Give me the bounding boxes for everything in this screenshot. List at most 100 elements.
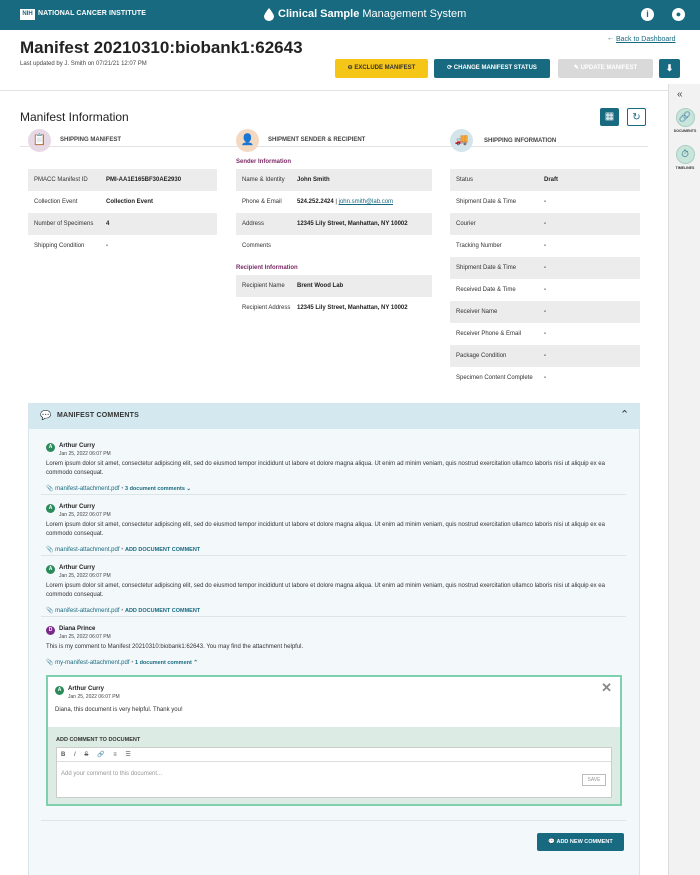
comment-attachment-row: 📎 manifest-attachment.pdf • ADD DOCUMENT… [46,546,200,553]
email-link[interactable]: john.smith@lab.com [339,199,393,205]
info-row: Specimen Content Complete - [450,367,640,389]
update-label: UPDATE MANIFEST [580,65,638,71]
person-icon: 👤 [236,129,259,152]
stopwatch-icon[interactable]: ⏱ [675,145,695,164]
separator: • [131,660,134,666]
refresh-button[interactable]: ↻ [627,108,646,126]
change-manifest-status-button[interactable]: ⟳ CHANGE MANIFEST STATUS [434,59,550,78]
info-label: Phone & Email [242,199,282,205]
info-row: Package Condition - [450,345,640,367]
info-label: Recipient Address [242,305,291,311]
close-icon[interactable]: ✕ [601,680,612,696]
comment-author: Arthur Curry [68,686,105,692]
info-label: Name & Identity [242,177,285,183]
main-content: Manifest Information ▦ ↻ 📋 SHIPPING MANI… [0,90,668,875]
info-value: - [544,375,546,381]
comment-text: Lorem ipsum dolor sit amet, consectetur … [46,461,605,476]
bold-icon[interactable]: B [61,752,65,758]
chevron-up-icon[interactable]: ⌃ [620,408,629,421]
avatar: A [46,504,55,513]
download-button[interactable]: ⬇ [659,59,680,78]
column-title: SHIPMENT SENDER & RECIPIENT [268,137,366,143]
paperclip-icon[interactable]: 🔗 [675,108,695,127]
avatar: D [46,626,55,635]
info-row: Received Date & Time - [450,279,640,301]
sender-rows: Name & Identity John Smith Phone & Email 52… [236,169,432,257]
add-document-comment-button[interactable]: ADD DOCUMENT COMMENT [125,547,200,553]
document-comments-popup: ✕ A Arthur Curry Jan 25, 2022 06:07 PM D… [46,675,622,806]
comment-text: This is my comment to Manifest 20210310:… [46,644,304,650]
info-row: Address 12345 Lily Street, Manhattan, NY … [236,213,432,235]
avatar: A [55,686,64,695]
attachment-link[interactable]: manifest-attachment.pdf [55,547,119,553]
page-title: Manifest 20210310:biobank1:62643 [20,38,303,57]
info-row: Shipment Date & Time - [450,191,640,213]
comment-attachment-row: 📎 manifest-attachment.pdf • 3 document c… [46,485,191,492]
refresh-icon: ↻ [632,112,641,123]
comments-header[interactable]: 💬 MANIFEST COMMENTS ⌃ [29,404,639,429]
document-comments-toggle[interactable]: 1 document comment ⌃ [135,660,198,666]
comment-date: Jan 25, 2022 06:07 PM [59,512,111,518]
comment-date: Jan 25, 2022 06:07 PM [59,451,111,457]
info-value: - [544,221,546,227]
ordered-list-icon[interactable]: ≡ [113,752,117,758]
info-row: Tracking Number - [450,235,640,257]
user-icon[interactable]: ● [672,8,685,21]
info-label: Collection Event [34,199,78,205]
shipping-info-rows: Status Draft Shipment Date & Time - Courier -… [450,169,640,389]
shipping-info-column: 🚚 SHIPPING INFORMATION Status Draft Shipme… [450,129,640,389]
comment-author: Arthur Curry [59,504,96,510]
speech-bubble-icon: 💬 [40,410,52,420]
attachment-link[interactable]: my-manifest-attachment.pdf [55,660,129,666]
exclude-label: EXCLUDE MANIFEST [354,65,416,71]
collapse-panel-icon[interactable]: « [677,89,683,100]
info-label: Comments [242,243,272,249]
edit-icon: ✎ [573,65,581,71]
documents-label: DOCUMENTS [673,129,697,133]
shipping-manifest-column: 📋 SHIPPING MANIFEST PMACC Manifest ID PMI… [28,129,217,257]
attachment-link[interactable]: manifest-attachment.pdf [55,608,119,614]
comment-text: Lorem ipsum dolor sit amet, consectetur … [46,522,605,537]
qr-code-button[interactable]: ▦ [600,108,619,126]
info-label: Shipping Condition [34,243,85,249]
strikethrough-icon[interactable]: S [84,752,88,758]
comment-input-placeholder[interactable]: Add your comment to this document... [61,771,162,777]
app-title-rest: Management System [359,8,467,20]
org-name[interactable]: NATIONAL CANCER INSTITUTE [38,10,146,17]
add-document-comment-button[interactable]: ADD DOCUMENT COMMENT [125,608,200,614]
qr-code-icon: ▦ [604,111,615,122]
attachment-link[interactable]: manifest-attachment.pdf [55,486,119,492]
document-comments-toggle[interactable]: 3 document comments ⌄ [125,486,191,492]
info-value: Brent Wood Lab [297,283,344,289]
side-panel: « 🔗 DOCUMENTS ⏱ TIMELINES [668,84,700,875]
info-value: - [544,331,546,337]
comment-editor[interactable]: B I S 🔗 ≡ ☰ Add your comment to this doc… [56,747,612,798]
info-row: Status Draft [450,169,640,191]
back-to-dashboard-link[interactable]: Back to Dashboard [616,36,676,43]
divider [41,494,626,495]
info-row: Recipient Name Brent Wood Lab [236,275,432,297]
add-comment-title: ADD COMMENT TO DOCUMENT [56,737,141,743]
column-header: 👤 SHIPMENT SENDER & RECIPIENT [236,129,432,155]
link-icon[interactable]: 🔗 [97,752,104,758]
update-manifest-button[interactable]: ✎ UPDATE MANIFEST [558,59,653,78]
add-new-comment-button[interactable]: 💬 ADD NEW COMMENT [537,833,624,851]
save-button[interactable]: SAVE [582,774,606,786]
bullet-list-icon[interactable]: ☰ [125,752,130,758]
recipient-info-heading: Recipient Information [236,265,298,271]
info-value: John Smith [297,177,330,183]
info-value: 12345 Lily Street, Manhattan, NY 10002 [297,221,408,227]
info-row: Courier - [450,213,640,235]
comment-date: Jan 25, 2022 06:07 PM [68,694,120,700]
nih-logo[interactable]: NIH [20,9,35,20]
sender-recipient-column: 👤 SHIPMENT SENDER & RECIPIENT Sender Inf… [236,129,432,319]
info-row: Recipient Address 12345 Lily Street, Manh… [236,297,432,319]
info-label: Status [456,177,474,183]
info-label: Package Condition [456,353,507,359]
exclude-manifest-button[interactable]: ⊖ EXCLUDE MANIFEST [335,59,428,78]
info-icon[interactable]: i [641,8,654,21]
separator: • [121,608,124,614]
side-panel-items: 🔗 DOCUMENTS ⏱ TIMELINES [673,108,697,182]
info-label: Receiver Phone & Email [456,331,522,337]
italic-icon[interactable]: I [74,752,76,758]
